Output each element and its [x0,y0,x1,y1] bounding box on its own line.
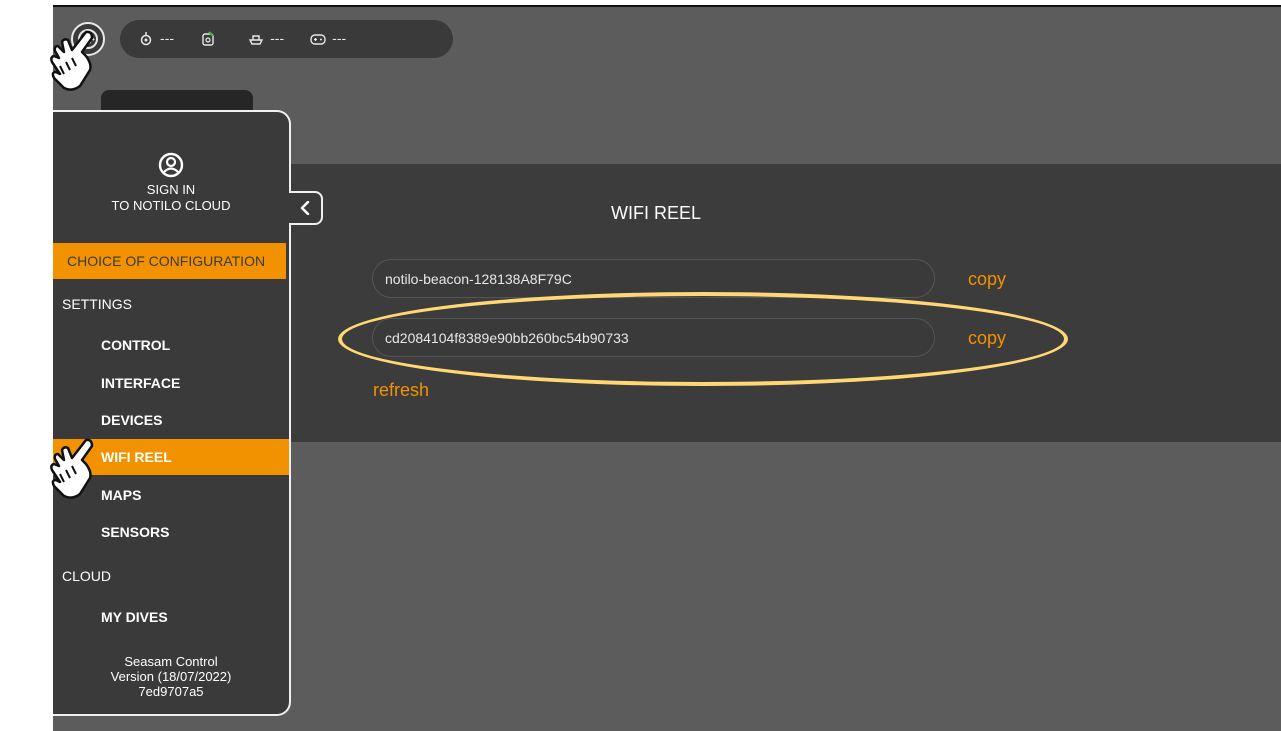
gamepad-icon [310,34,326,45]
chevron-left-icon [300,201,310,215]
boat-value: --- [270,31,285,47]
choice-of-configuration-button[interactable]: CHOICE OF CONFIGURATION [53,243,286,279]
settings-section-label: SETTINGS [62,296,133,312]
boat-icon [248,35,264,45]
locator-value: --- [160,31,175,47]
sign-in-button[interactable]: SIGN IN TO NOTILO CLOUD [53,152,289,214]
locator-icon [140,32,152,46]
app-version: Seasam Control Version (18/07/2022) 7ed9… [53,654,289,696]
cloud-section-label: CLOUD [62,568,112,584]
copy-password-button[interactable]: copy [968,328,1006,349]
version-line3: 7ed9707a5 [138,684,204,696]
sidebar-item-control[interactable]: CONTROL [53,327,289,363]
sign-in-line1: SIGN IN [146,182,196,197]
status-boat: --- [248,31,284,47]
sidebar-menu: SIGN IN TO NOTILO CLOUD CHOICE OF CONFIG… [53,110,291,716]
user-icon [158,152,184,178]
status-battery [200,31,222,47]
sidebar-item-devices[interactable]: DEVICES [53,402,289,438]
ssid-field[interactable]: notilo-beacon-128138A8F79C [372,259,935,298]
version-line2: Version (18/07/2022) [110,669,232,684]
status-gamepad: --- [310,31,346,47]
status-bar: --- --- --- [120,20,453,58]
pointing-hand-icon [50,30,94,91]
sidebar-item-sensors[interactable]: SENSORS [53,514,289,550]
sidebar-item-interface[interactable]: INTERFACE [53,365,289,401]
page-title: WIFI REEL [611,203,702,223]
refresh-button[interactable]: refresh [373,380,429,401]
password-field[interactable]: cd2084104f8389e90bb260bc54b90733 [372,318,935,357]
collapse-sidebar-button[interactable] [289,191,323,225]
copy-ssid-button[interactable]: copy [968,269,1006,290]
battery-icon [202,31,214,46]
status-locator: --- [138,31,174,47]
sign-in-line2: TO NOTILO CLOUD [111,198,231,213]
version-line1: Seasam Control [124,654,218,669]
sidebar-item-my-dives[interactable]: MY DIVES [53,599,289,635]
gamepad-value: --- [332,31,347,47]
pointing-hand-icon [50,438,94,499]
